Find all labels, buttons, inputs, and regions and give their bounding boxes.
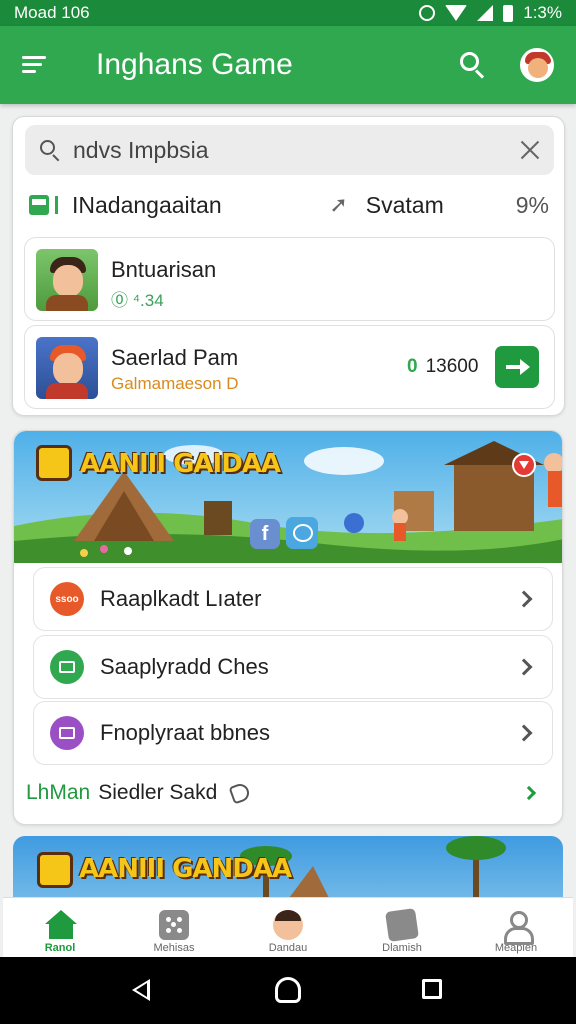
facebook-icon[interactable]: f bbox=[250, 519, 280, 549]
game-thumbnail bbox=[36, 249, 98, 311]
list-item[interactable]: Saerlad Pam Galmamaeson D 0 13600 bbox=[24, 325, 555, 409]
menu-row[interactable]: Fnoplyraat bbnes bbox=[33, 701, 553, 765]
chat-icon[interactable] bbox=[286, 517, 318, 549]
bottom-navigation: Ranol Mehisas Dandau Dlamish Meaplen bbox=[3, 897, 573, 957]
chevron-right-icon bbox=[515, 590, 533, 608]
nav-label: Dandau bbox=[268, 942, 308, 954]
status-bar: Moad 106 1:3% bbox=[0, 0, 576, 26]
search-card: INadangaaitan ➚ Svatam 9% Bntuarisan ⓪ ⁴… bbox=[12, 116, 565, 416]
item-subtitle: ⓪ ⁴.34 bbox=[111, 291, 164, 310]
nav-item-profile[interactable]: Meaplen bbox=[459, 898, 573, 957]
bus-icon bbox=[29, 195, 49, 215]
nav-item-home[interactable]: Ranol bbox=[3, 898, 117, 957]
nav-item-games[interactable]: Mehisas bbox=[117, 898, 231, 957]
nav-label: Dlamish bbox=[382, 942, 422, 954]
percent-value: 9% bbox=[515, 191, 549, 218]
item-title: Bntuarisan bbox=[111, 257, 217, 282]
avatar[interactable] bbox=[520, 48, 554, 82]
item-title: Saerlad Pam bbox=[111, 345, 239, 370]
app-bar: Inghans Game bbox=[0, 26, 576, 104]
status-icons: 1:3% bbox=[419, 3, 562, 23]
chevron-right-icon bbox=[515, 658, 533, 676]
trend-icon: ➚ bbox=[329, 192, 348, 217]
menu-row[interactable]: Saaplyradd Ches bbox=[33, 635, 553, 699]
banner-title: AANIII GAIDAA bbox=[80, 449, 281, 479]
home-button-icon[interactable] bbox=[275, 977, 301, 1003]
menu-row-label: Saaplyradd Ches bbox=[100, 654, 269, 679]
status-time-right: 1:3% bbox=[523, 3, 562, 22]
score-prefix: 0 bbox=[407, 356, 418, 377]
nav-label: Ranol bbox=[44, 942, 76, 954]
game-banner[interactable]: AANIII GAIDAA f bbox=[14, 431, 562, 563]
game-icon: ssoo bbox=[50, 582, 84, 616]
menu-icon[interactable] bbox=[22, 54, 50, 76]
chat-icon bbox=[385, 908, 419, 942]
divider-icon bbox=[55, 196, 58, 214]
chevron-right-icon bbox=[521, 785, 537, 801]
footer-row[interactable]: LhMan Siedler Sakd bbox=[26, 771, 552, 815]
nav-item-chat[interactable]: Dlamish bbox=[345, 898, 459, 957]
search-icon bbox=[39, 139, 61, 162]
puzzle-icon bbox=[50, 716, 84, 750]
menu-row-label: Fnoplyraat bbnes bbox=[100, 720, 270, 745]
dice-icon bbox=[159, 910, 189, 940]
status-label[interactable]: Svatam bbox=[366, 192, 516, 219]
arrow-right-button[interactable] bbox=[495, 346, 539, 388]
player-icon bbox=[273, 910, 303, 940]
app-title: Inghans Game bbox=[96, 48, 293, 81]
search-icon[interactable] bbox=[458, 50, 488, 80]
menu-row[interactable]: ssoo Raaplkadt Lıater bbox=[33, 567, 553, 631]
footer-brand: LhMan bbox=[26, 781, 91, 804]
alarm-icon bbox=[419, 5, 436, 21]
score: 0 13600 bbox=[407, 356, 478, 378]
tag-icon bbox=[228, 781, 252, 805]
featured-card: AANIII GAIDAA f ssoo Raaplkadt Lıater Sa… bbox=[13, 430, 563, 825]
battery-icon bbox=[503, 4, 514, 22]
banner-title: AANIII GANDAA bbox=[79, 854, 292, 884]
back-icon[interactable] bbox=[132, 979, 150, 1001]
wifi-icon bbox=[445, 5, 468, 21]
close-icon[interactable] bbox=[518, 139, 540, 161]
user-icon bbox=[501, 910, 534, 945]
nav-label: Mehisas bbox=[153, 942, 195, 954]
chess-icon bbox=[50, 650, 84, 684]
home-icon bbox=[45, 910, 77, 940]
recent-apps-icon[interactable] bbox=[422, 979, 442, 999]
nav-item-players[interactable]: Dandau bbox=[231, 898, 345, 957]
menu-row-label: Raaplkadt Lıater bbox=[100, 586, 262, 611]
notification-badge-icon[interactable] bbox=[512, 453, 536, 477]
footer-label: Siedler Sakd bbox=[98, 781, 218, 804]
search-bar[interactable] bbox=[25, 125, 554, 175]
search-input[interactable] bbox=[73, 136, 518, 164]
score-value: 13600 bbox=[425, 356, 479, 377]
system-navigation-bar bbox=[0, 957, 576, 1024]
status-time-left: Moad 106 bbox=[14, 3, 90, 22]
filter-label[interactable]: INadangaaitan bbox=[72, 192, 329, 219]
chevron-right-icon bbox=[515, 724, 533, 742]
filter-row: INadangaaitan ➚ Svatam 9% bbox=[29, 187, 549, 223]
game-logo bbox=[37, 852, 73, 888]
cell-signal-icon bbox=[477, 5, 494, 21]
list-item[interactable]: Bntuarisan ⓪ ⁴.34 bbox=[24, 237, 555, 321]
game-logo bbox=[36, 445, 72, 481]
game-thumbnail bbox=[36, 337, 98, 399]
item-subtitle: Galmamaeson D bbox=[111, 374, 239, 393]
